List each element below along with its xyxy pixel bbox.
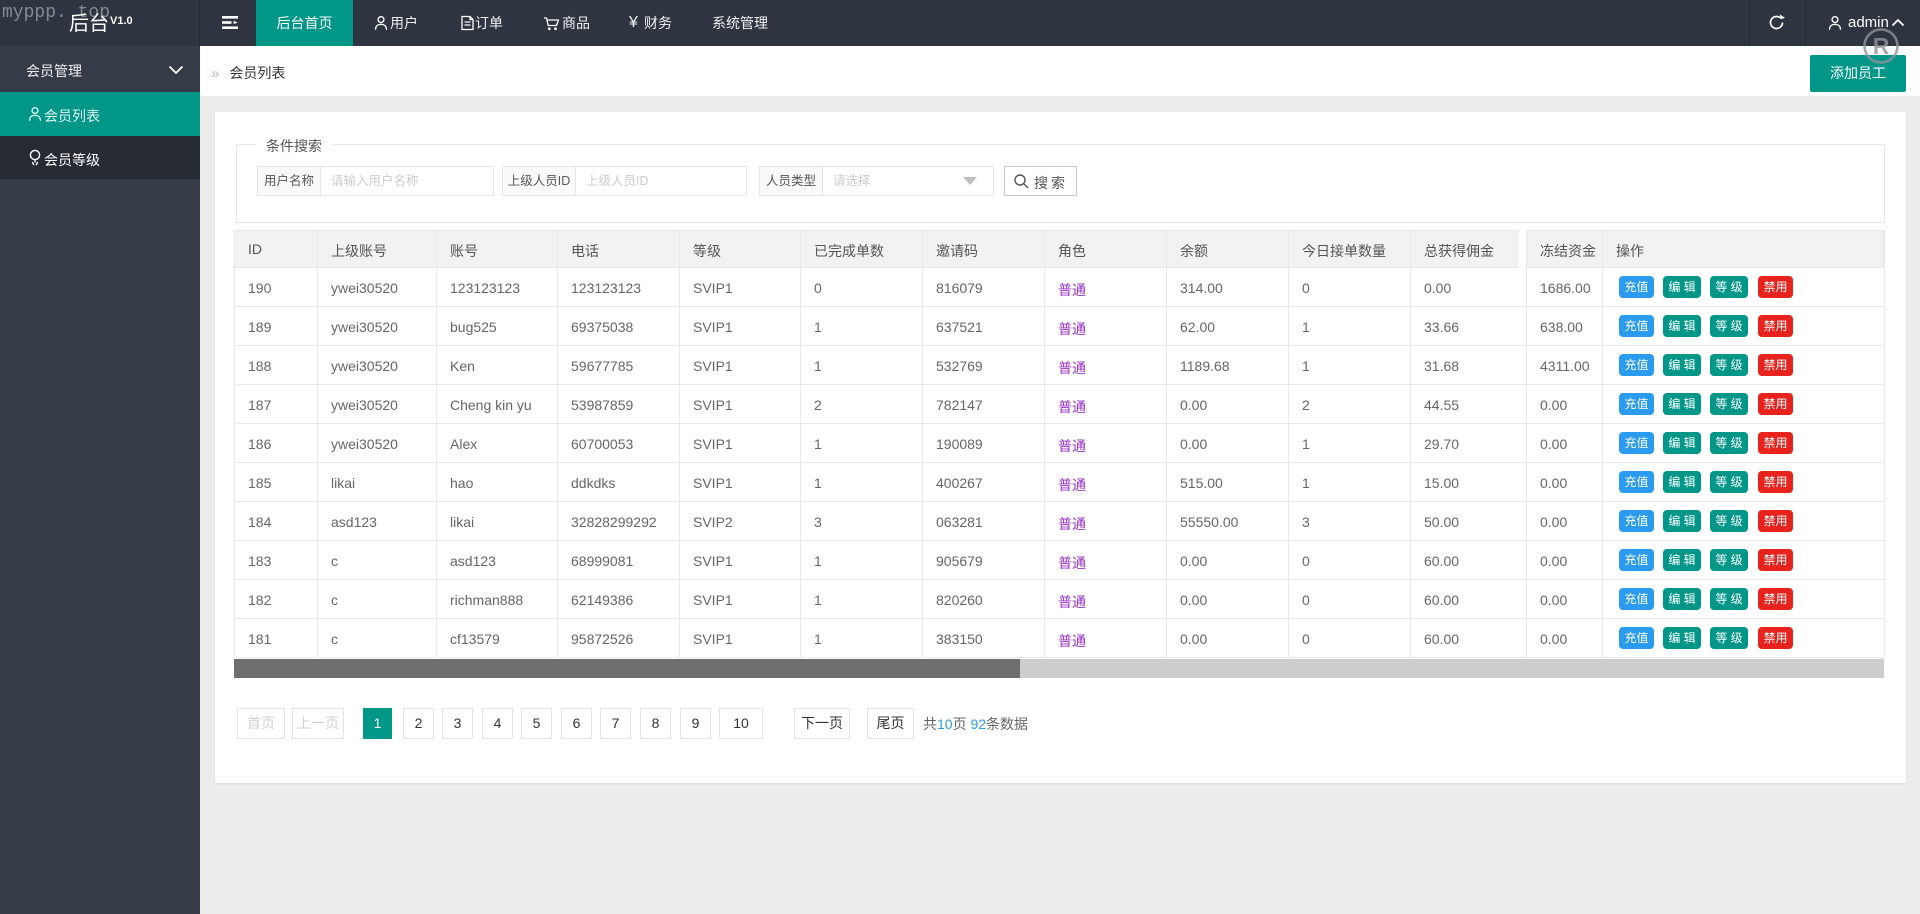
svg-text:R: R	[1873, 33, 1890, 59]
